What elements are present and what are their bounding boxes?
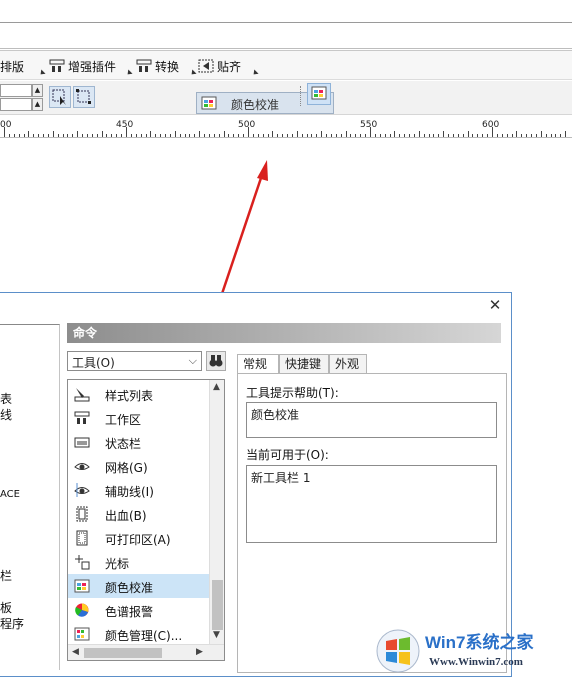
tree-item[interactable]: ACE [0,489,20,500]
list-horizontal-scrollbar[interactable]: ◀ ▶ [68,644,224,660]
category-select[interactable]: 工具(O) ⌵ [67,351,202,371]
tab-shortcuts[interactable]: 快捷键 [279,354,329,374]
watermark-url: Www.Winwin7.com [429,656,523,668]
guideline-eye-icon [74,483,90,497]
command-list[interactable]: 样式列表 工作区 状态栏 网格(G) 辅助线(I) 出血(B) 可打印区(A) … [67,379,225,661]
status-bar-icon [74,437,90,448]
list-item-label: 工作区 [105,413,142,427]
list-item[interactable]: 工作区 [68,406,210,430]
tree-item[interactable]: 程序 [0,615,24,632]
windows-logo-icon [376,629,420,673]
watermark: Win7系统之家 Www.Winwin7.com [375,626,572,677]
list-item[interactable]: 色谱报警 [68,598,210,622]
binoculars-icon [209,355,223,367]
tree-item[interactable]: 栏 [0,567,12,584]
list-item[interactable]: 光标 [68,550,210,574]
available-for-label: 当前可用于(O): [246,448,329,462]
tree-item[interactable]: 线 [0,406,12,423]
cursor-icon [75,555,90,570]
style-list-icon [74,388,90,402]
customize-tree-panel[interactable]: 表 线 ACE 栏 板 程序 [0,324,60,670]
list-item[interactable]: 出血(B) [68,502,210,526]
scroll-right-icon[interactable]: ▶ [196,647,203,657]
tab-appearance[interactable]: 外观 [329,354,367,374]
tree-item[interactable]: 表 [0,390,12,407]
commands-header: 命令 [67,323,501,343]
scroll-left-icon[interactable]: ◀ [72,647,79,657]
gamut-alarm-icon [75,603,89,617]
chevron-down-icon: ⌵ [188,354,197,367]
find-button[interactable] [206,351,226,371]
list-item-label: 颜色管理(C)... [105,629,183,643]
list-item[interactable]: 状态栏 [68,430,210,454]
scroll-thumb[interactable] [84,648,162,658]
list-item-label: 网格(G) [105,461,148,475]
tooltip-help-field[interactable]: 颜色校准 [246,402,497,438]
list-item-selected[interactable]: 颜色校准 [68,574,210,598]
available-for-list[interactable]: 新工具栏 1 [246,465,497,543]
scroll-down-icon[interactable]: ▼ [213,630,220,640]
list-item-label: 光标 [105,557,130,571]
grid-eye-icon [74,463,90,470]
bleed-icon [76,506,88,522]
list-item[interactable]: 可打印区(A) [68,526,210,550]
printable-area-icon [76,530,88,546]
list-item-label: 可打印区(A) [105,533,171,547]
tab-general[interactable]: 常规 [237,354,279,375]
tree-item[interactable]: 板 [0,599,12,616]
watermark-brand: Win7系统之家 [425,633,534,652]
scroll-up-icon[interactable]: ▲ [213,382,220,392]
list-item-label: 辅助线(I) [105,485,154,499]
list-item[interactable]: 辅助线(I) [68,478,210,502]
list-item-label: 样式列表 [105,389,154,403]
category-select-value: 工具(O) [72,356,115,370]
color-management-icon [74,627,90,641]
list-item-label: 颜色校准 [105,581,154,595]
scroll-thumb[interactable] [212,580,223,630]
list-item[interactable]: 颜色管理(C)... [68,622,210,646]
list-item-label: 色谱报警 [105,605,154,619]
workspace-icon [74,411,90,424]
list-item[interactable]: 样式列表 [68,382,210,406]
list-item-label: 出血(B) [105,509,147,523]
close-icon[interactable]: ✕ [487,297,503,313]
list-item[interactable]: 网格(G) [68,454,210,478]
color-calibration-icon [74,579,90,593]
list-item-label: 状态栏 [105,437,142,451]
tooltip-help-label: 工具提示帮助(T): [246,386,339,400]
list-vertical-scrollbar[interactable]: ▲ ▼ [209,380,224,644]
